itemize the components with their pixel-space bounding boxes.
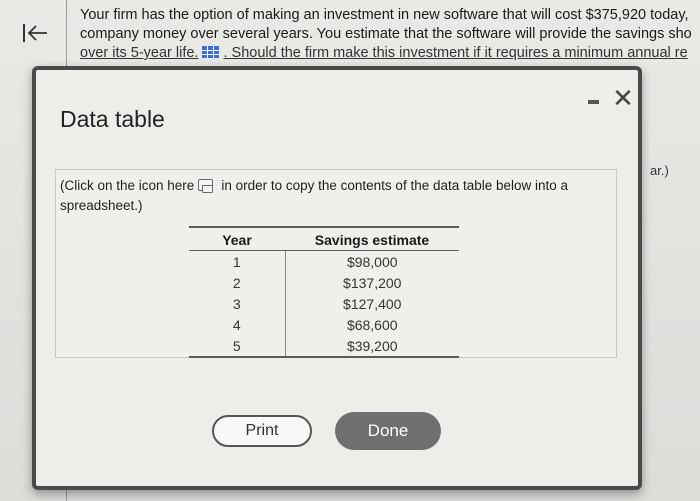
question-text: Your firm has the option of making an in… (80, 6, 700, 63)
table-row: 3 $127,400 (189, 293, 459, 314)
done-button[interactable]: Done (335, 412, 441, 450)
table-row: 4 $68,600 (189, 314, 459, 335)
print-button[interactable]: Print (212, 415, 312, 447)
year-cell: 4 (189, 314, 286, 335)
obscured-question-text: ar.) (650, 163, 669, 178)
data-table-dialog: Data table ✕ (Click on the icon here in o… (32, 66, 642, 490)
header-savings-estimate: Savings estimate (285, 226, 459, 251)
data-panel: (Click on the icon here in order to copy … (55, 169, 617, 358)
savings-cell: $98,000 (346, 253, 398, 270)
copy-instructions: (Click on the icon here in order to copy … (60, 176, 580, 216)
question-line-3-start: over its 5-year life. (80, 45, 199, 61)
table-row: 1 $98,000 (189, 250, 459, 272)
header-year: Year (189, 226, 285, 251)
savings-table: Year Savings estimate 1 $98,000 2 $137,2… (189, 226, 459, 358)
copy-to-spreadsheet-icon[interactable] (198, 179, 214, 193)
savings-cell: $127,400 (343, 295, 402, 312)
table-row: 5 $39,200 (189, 335, 459, 358)
savings-cell: $137,200 (343, 274, 402, 291)
savings-cell: $39,200 (285, 335, 459, 358)
minimize-button[interactable] (586, 94, 602, 108)
question-line-2: company money over several years. You es… (80, 26, 692, 42)
close-button[interactable]: ✕ (612, 85, 634, 111)
instructions-text-start: (Click on the icon here (60, 178, 195, 193)
question-line-1: Your firm has the option of making an in… (80, 7, 689, 23)
question-line-3-end: . Should the firm make this investment i… (223, 45, 688, 61)
dialog-title: Data table (60, 106, 165, 132)
question-line-3: over its 5-year life. . Should the firm m… (80, 44, 700, 63)
table-header-row: Year Savings estimate (189, 226, 459, 251)
savings-cell: $68,600 (346, 316, 398, 333)
year-cell: 2 (189, 272, 286, 293)
year-cell: 3 (189, 293, 286, 314)
back-arrow-icon[interactable] (22, 22, 48, 44)
table-row: 2 $137,200 (189, 272, 459, 293)
year-cell: 5 (189, 335, 286, 358)
data-table-icon[interactable] (202, 46, 220, 58)
year-cell: 1 (189, 250, 286, 272)
